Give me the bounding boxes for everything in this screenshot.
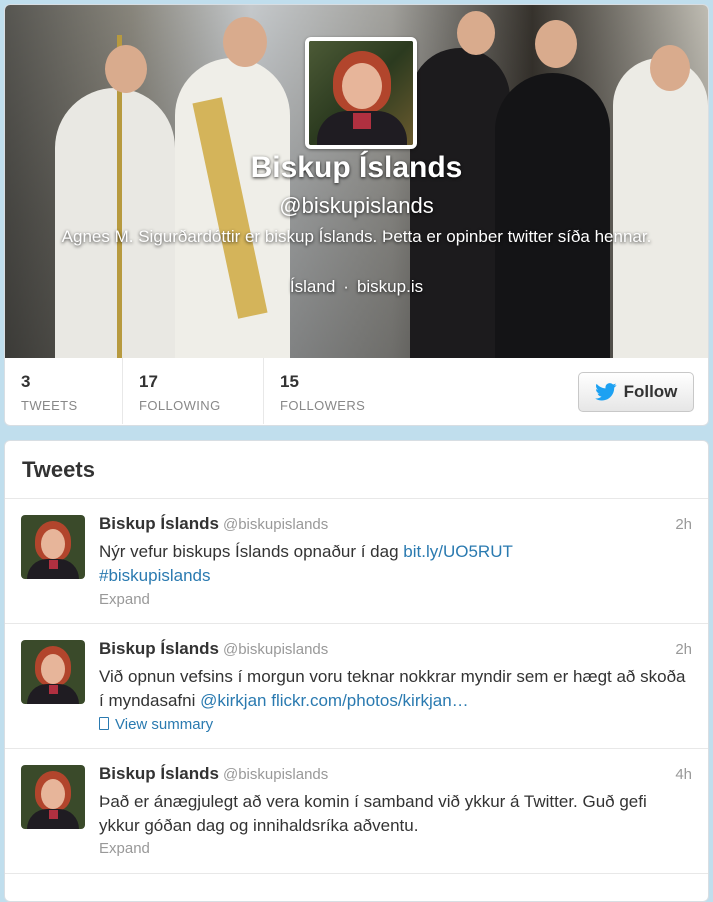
- stat-tweets-label: TWEETS: [21, 398, 78, 413]
- banner-head: [457, 11, 495, 55]
- tweet-expand-link[interactable]: Expand: [99, 840, 150, 857]
- tweet-mention[interactable]: @kirkjan: [200, 691, 266, 710]
- tweet-handle[interactable]: @biskupislands: [223, 641, 328, 658]
- profile-website-link[interactable]: biskup.is: [357, 277, 423, 296]
- profile-handle: @biskupislands: [279, 193, 434, 218]
- profile-header-banner: Biskup Íslands @biskupislands Agnes M. S…: [5, 5, 708, 358]
- tweet-text: Nýr vefur biskups Íslands opnaður í dag …: [99, 540, 692, 588]
- tweet-expand-link[interactable]: Expand: [99, 591, 150, 608]
- stat-followers[interactable]: 15 FOLLOWERS: [264, 358, 416, 424]
- tweet-time[interactable]: 4h: [675, 766, 692, 783]
- stat-followers-count: 15: [280, 372, 299, 391]
- tweet-avatar[interactable]: [21, 765, 85, 829]
- tweet-text: Við opnun vefsins í morgun voru teknar n…: [99, 665, 692, 713]
- tweets-card: Tweets Biskup Íslands @biskupislands 2h N…: [4, 440, 709, 902]
- profile-name: Biskup Íslands: [250, 151, 463, 184]
- profile-meta: Ísland · biskup.is: [5, 277, 708, 297]
- tweet-hashtag[interactable]: #biskupislands: [99, 566, 211, 585]
- tweet-link[interactable]: bit.ly/UO5RUT: [403, 542, 513, 561]
- stat-following-label: FOLLOWING: [139, 398, 221, 413]
- stat-tweets-count: 3: [21, 372, 31, 391]
- banner-head: [223, 17, 267, 67]
- tweet-handle[interactable]: @biskupislands: [223, 516, 328, 533]
- profile-card: Biskup Íslands @biskupislands Agnes M. S…: [4, 4, 709, 426]
- profile-location: Ísland: [289, 277, 336, 296]
- stat-tweets[interactable]: 3 TWEETS: [5, 358, 123, 424]
- stat-following[interactable]: 17 FOLLOWING: [123, 358, 264, 424]
- tweet-author[interactable]: Biskup Íslands: [99, 764, 219, 783]
- tweet-body: Nýr vefur biskups Íslands opnaður í dag: [99, 542, 404, 561]
- profile-avatar[interactable]: [305, 37, 417, 149]
- view-summary-label: View summary: [115, 716, 214, 733]
- banner-figure: [55, 88, 175, 358]
- tweet-text: Það er ánægjulegt að vera komin í samban…: [99, 792, 647, 835]
- stat-followers-label: FOLLOWERS: [280, 398, 366, 413]
- follow-button-label: Follow: [623, 382, 678, 401]
- document-icon: [99, 717, 109, 730]
- tweet-time[interactable]: 2h: [675, 516, 692, 533]
- tweet-time[interactable]: 2h: [675, 641, 692, 658]
- tweet-handle[interactable]: @biskupislands: [223, 766, 328, 783]
- tweet-link[interactable]: flickr.com/photos/kirkjan…: [271, 691, 468, 710]
- tweet-author[interactable]: Biskup Íslands: [99, 514, 219, 533]
- banner-head: [105, 45, 147, 93]
- banner-head: [650, 45, 690, 91]
- stat-following-count: 17: [139, 372, 158, 391]
- follow-button[interactable]: Follow: [578, 372, 694, 412]
- profile-stats: 3 TWEETS 17 FOLLOWING 15 FOLLOWERS Follo…: [5, 358, 708, 424]
- tweet-avatar[interactable]: [21, 515, 85, 579]
- tweet-avatar[interactable]: [21, 640, 85, 704]
- tweet-author[interactable]: Biskup Íslands: [99, 639, 219, 658]
- profile-bio: Agnes M. Sigurðardóttir er biskup Ísland…: [61, 227, 652, 246]
- meta-separator: ·: [343, 277, 349, 296]
- tweet-item[interactable]: Biskup Íslands @biskupislands 4h Það er á…: [5, 749, 708, 874]
- twitter-bird-icon: [594, 383, 617, 401]
- banner-head: [535, 20, 577, 68]
- tweet-view-summary-link[interactable]: View summary: [99, 716, 213, 733]
- tweet-item[interactable]: Biskup Íslands @biskupislands 2h Við opnu…: [5, 624, 708, 749]
- tweet-item[interactable]: Biskup Íslands @biskupislands 2h Nýr vefu…: [5, 499, 708, 624]
- tweets-heading: Tweets: [5, 441, 708, 499]
